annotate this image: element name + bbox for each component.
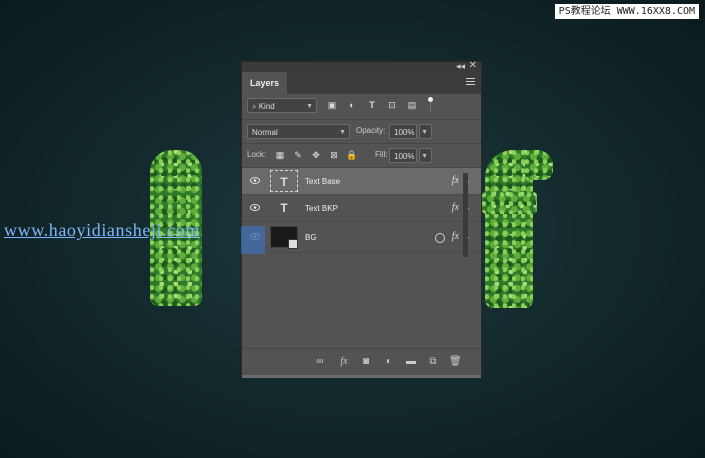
panel-top-strip: ◂◂ ✕ bbox=[242, 60, 481, 72]
lock-all-icon[interactable]: 🔒 bbox=[346, 149, 358, 161]
fill-field[interactable]: 100% bbox=[389, 148, 417, 163]
lock-artboard-icon[interactable]: ⊠ bbox=[328, 149, 340, 161]
leaf-letter-f-crossbar bbox=[482, 192, 537, 214]
blend-row: Normal ▼ Opacity: 100% ▼ bbox=[242, 120, 481, 144]
fill-dropdown[interactable]: ▼ bbox=[419, 148, 432, 163]
layer-row-text-bkp[interactable]: T Text BKP fx ⌄ bbox=[242, 195, 481, 222]
smart-object-filter-icon[interactable]: ▤ bbox=[406, 99, 418, 111]
eye-icon[interactable] bbox=[250, 177, 260, 184]
layer-row-text-base[interactable]: T Text Base fx ⌄ bbox=[242, 168, 481, 195]
new-layer-icon[interactable]: ⧉ bbox=[427, 356, 439, 368]
chevron-down-icon: ▼ bbox=[339, 129, 346, 136]
lock-label: Lock: bbox=[247, 150, 267, 159]
filter-row: ⌕ Kind ▼ ▣ ◐ T ⊡ ▤ bbox=[242, 94, 481, 120]
search-icon: ⌕ bbox=[252, 102, 257, 111]
watermark-mid: www.haoyidiansheji.com bbox=[4, 220, 200, 240]
chevron-down-icon: ▼ bbox=[421, 129, 428, 136]
opacity-field[interactable]: 100% bbox=[389, 124, 417, 139]
tab-layers[interactable]: Layers bbox=[242, 72, 288, 94]
image-filter-icon[interactable]: ▣ bbox=[326, 99, 338, 111]
smart-object-badge-icon bbox=[288, 239, 298, 249]
type-layer-thumbnail: T bbox=[270, 170, 298, 192]
chevron-down-icon: ▼ bbox=[306, 103, 313, 110]
smart-filter-icon[interactable] bbox=[435, 233, 445, 243]
shape-filter-icon[interactable]: ⊡ bbox=[386, 99, 398, 111]
opacity-value: 100% bbox=[394, 128, 415, 137]
blend-mode-select[interactable]: Normal ▼ bbox=[247, 124, 350, 139]
fill-value: 100% bbox=[394, 152, 415, 161]
type-filter-icon[interactable]: T bbox=[366, 99, 378, 111]
lock-row: Lock: ▦ ✎ ✥ ⊠ 🔒 Fill: 100% ▼ bbox=[242, 144, 481, 168]
layer-row-bg[interactable]: BG fx ⌄ bbox=[242, 222, 481, 253]
lock-transparent-icon[interactable]: ▦ bbox=[274, 149, 286, 161]
filter-toggle-track bbox=[430, 102, 431, 111]
layer-name[interactable]: Text BKP bbox=[305, 204, 338, 213]
type-layer-thumbnail: T bbox=[280, 201, 288, 215]
folder-icon[interactable]: ▬ bbox=[405, 356, 417, 368]
layers-panel: ◂◂ ✕ Layers ⌕ Kind ▼ ▣ ◐ T ⊡ ▤ Normal ▼ … bbox=[241, 60, 482, 378]
layers-scrollbar[interactable] bbox=[463, 173, 468, 257]
lock-image-icon[interactable]: ✎ bbox=[292, 149, 304, 161]
watermark-top: PS教程论坛 WWW.16XX8.COM bbox=[554, 4, 699, 19]
fx-icon[interactable]: fx bbox=[452, 231, 459, 242]
adjustment-icon[interactable]: ◐ bbox=[383, 356, 395, 368]
blend-mode-label: Normal bbox=[252, 128, 278, 137]
trash-icon[interactable]: 🗑 bbox=[449, 356, 462, 368]
selection-highlight bbox=[241, 226, 265, 254]
fx-icon[interactable]: fx bbox=[452, 175, 459, 186]
collapse-icon[interactable]: ◂◂ bbox=[456, 61, 465, 72]
panel-bottom-bar: ∞ fx ◙ ◐ ▬ ⧉ 🗑 bbox=[242, 348, 481, 375]
filter-kind-label: Kind bbox=[258, 102, 275, 111]
opacity-label: Opacity: bbox=[356, 126, 386, 135]
panel-tab-bar: Layers bbox=[242, 72, 481, 94]
panel-menu-icon[interactable] bbox=[466, 78, 475, 87]
fill-label: Fill: bbox=[375, 150, 388, 159]
lock-position-icon[interactable]: ✥ bbox=[310, 149, 322, 161]
opacity-dropdown[interactable]: ▼ bbox=[419, 124, 432, 139]
leaf-letter-f-hook bbox=[525, 150, 553, 180]
adjustment-filter-icon[interactable]: ◐ bbox=[346, 99, 358, 111]
fx-icon[interactable]: fx bbox=[338, 356, 350, 368]
panel-bottom-edge bbox=[242, 375, 481, 378]
mask-icon[interactable]: ◙ bbox=[360, 356, 372, 368]
chevron-down-icon: ▼ bbox=[421, 153, 428, 160]
filter-kind-select[interactable]: ⌕ Kind ▼ bbox=[247, 98, 317, 113]
fx-icon[interactable]: fx bbox=[452, 202, 459, 213]
close-icon[interactable]: ✕ bbox=[469, 60, 477, 71]
layer-name[interactable]: Text Base bbox=[305, 177, 340, 186]
link-icon[interactable]: ∞ bbox=[314, 356, 326, 368]
layer-name[interactable]: BG bbox=[305, 233, 317, 242]
eye-icon[interactable] bbox=[250, 204, 260, 211]
